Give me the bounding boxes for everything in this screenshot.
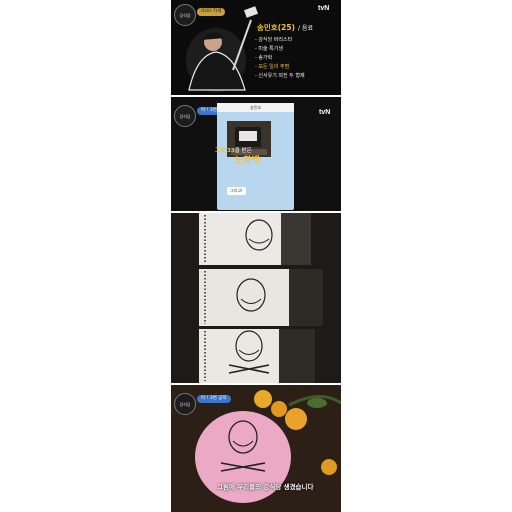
- finished-caricature: [171, 385, 341, 512]
- segment-tag: OOO 자세: [197, 8, 226, 16]
- chat-header: 송민호: [217, 103, 294, 112]
- trait-item: - 송가락: [255, 55, 273, 61]
- segment-tag: 아 ! 3번 공지: [197, 395, 231, 403]
- channel-logo: tvN: [319, 109, 331, 116]
- trait-list: - 강식당 바리스타 - 미술 특기생 - 송가락 - 모든 일의 주범 - 신…: [255, 36, 305, 81]
- panel-chat: 강식당 아 ! 3번 공지 tvN 송민호 그리고! 그림 33을 받은 노화백: [171, 97, 341, 211]
- caption-big: 노화백: [235, 156, 260, 166]
- show-logo: 강식당: [174, 4, 196, 26]
- profile-name: 송민호(25): [257, 23, 295, 32]
- caption-highlight: 그림 33: [215, 148, 235, 154]
- profile-role: / 음료: [298, 25, 313, 32]
- trait-item: - 강식당 바리스타: [255, 37, 293, 43]
- panel-final-art: 강식당 아 ! 3번 공지 그림에 우리들의 강식당 생겼습니다: [171, 385, 341, 512]
- panel-sketchbook: [171, 213, 341, 383]
- show-logo: 강식당: [174, 105, 196, 127]
- channel-logo: tvN: [318, 5, 330, 12]
- trait-item-highlight: - 모든 일의 주범: [255, 64, 290, 70]
- subtitle: 그림에 우리들의 강식당 생겼습니다: [217, 483, 314, 491]
- caricature-sketches: [171, 213, 341, 383]
- show-logo: 강식당: [174, 393, 196, 415]
- trait-item: - 미술 특기생: [255, 46, 283, 52]
- chat-bubble: 그리고!: [227, 187, 246, 195]
- trait-item: - 신서유기 외전 두 형제: [255, 73, 305, 79]
- panel-profile: 강식당 OOO 자세 tvN 송민호(25) / 음료 - 강식당 바리스타 -…: [171, 0, 341, 95]
